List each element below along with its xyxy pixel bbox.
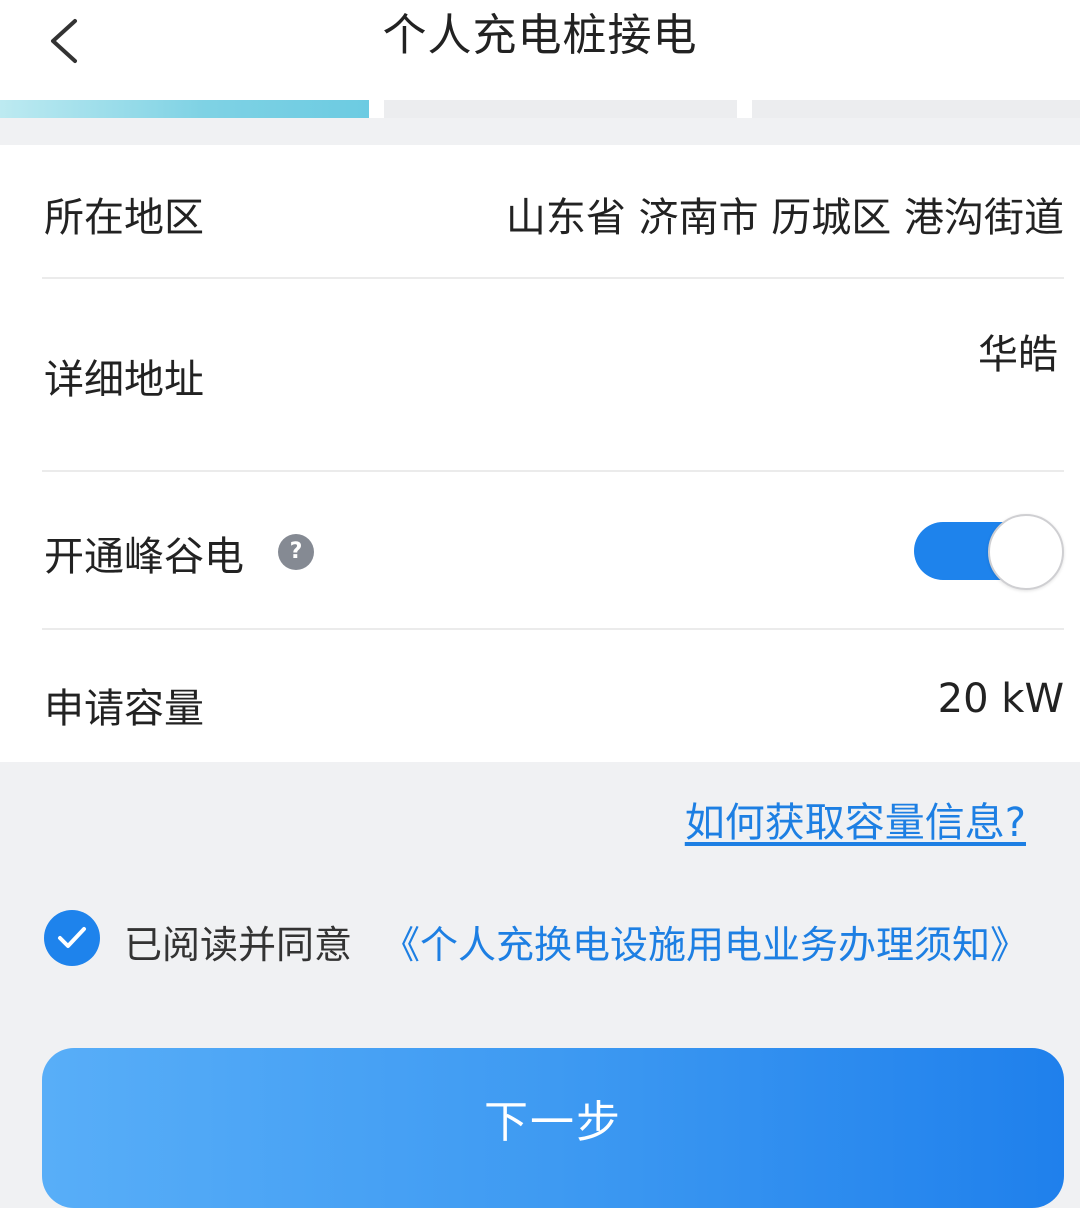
step-progress-bar <box>0 100 1080 118</box>
agreement-notice-link[interactable]: 《个人充换电设施用电业务办理须知》 <box>382 914 1028 969</box>
address-row: 详细地址 华皓 <box>42 279 1064 472</box>
application-form: 所在地区 山东省 济南市 历城区 港沟街道 详细地址 华皓 开通峰谷电 ? 申请… <box>0 145 1080 762</box>
agreement-row: 已阅读并同意 《个人充换电设施用电业务办理须知》 <box>44 908 1044 968</box>
address-input[interactable]: 华皓 <box>978 322 1058 380</box>
capacity-info-link[interactable]: 如何获取容量信息? <box>685 790 1026 848</box>
progress-step-3 <box>752 100 1080 118</box>
section-gap <box>0 118 1080 145</box>
agreement-checkbox[interactable] <box>44 910 100 966</box>
progress-step-2 <box>384 100 737 118</box>
region-value[interactable]: 山东省 济南市 历城区 港沟街道 <box>506 185 1064 243</box>
peak-valley-toggle[interactable] <box>914 514 1064 590</box>
address-label: 详细地址 <box>44 357 204 403</box>
capacity-label: 申请容量 <box>44 686 204 732</box>
capacity-value[interactable]: 20 kW <box>938 676 1064 722</box>
region-row[interactable]: 所在地区 山东省 济南市 历城区 港沟街道 <box>42 145 1064 279</box>
capacity-row[interactable]: 申请容量 20 kW <box>42 630 1064 762</box>
question-mark-icon[interactable]: ? <box>278 534 314 570</box>
toggle-knob <box>988 514 1064 590</box>
agreement-prefix: 已阅读并同意 <box>124 923 353 967</box>
page-title: 个人充电桩接电 <box>382 10 698 61</box>
checkmark-icon <box>58 927 86 948</box>
app-header: 个人充电桩接电 <box>0 0 1080 100</box>
region-label: 所在地区 <box>44 195 204 241</box>
peak-valley-label: 开通峰谷电 <box>44 534 244 580</box>
progress-step-1 <box>0 100 369 118</box>
peak-valley-row: 开通峰谷电 ? <box>42 472 1064 630</box>
next-step-button[interactable]: 下一步 <box>42 1048 1064 1208</box>
next-step-label: 下一步 <box>484 1098 622 1147</box>
